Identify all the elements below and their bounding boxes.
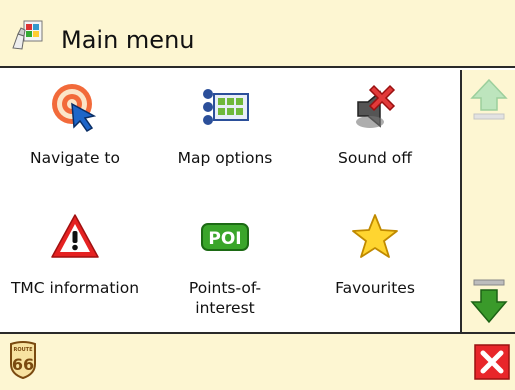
menu-item-label: Sound off bbox=[338, 149, 412, 167]
map-options-icon bbox=[203, 89, 249, 125]
header-bar: Main menu bbox=[0, 0, 515, 68]
svg-text:66: 66 bbox=[12, 355, 34, 374]
menu-item-map-options[interactable]: Map options bbox=[150, 70, 300, 198]
menu-item-label-line2: interest bbox=[195, 299, 255, 317]
menu-item-favourites[interactable]: Favourites bbox=[300, 200, 450, 328]
arrow-down-icon[interactable] bbox=[470, 278, 508, 326]
menu-item-label: Map options bbox=[177, 149, 273, 167]
menu-item-sound-off[interactable]: Sound off bbox=[300, 70, 450, 198]
menu-item-label: Navigate to bbox=[29, 149, 120, 167]
target-cursor-icon bbox=[52, 84, 97, 132]
poi-icon: POI bbox=[201, 223, 249, 251]
menu-item-label-line1: Points-of- bbox=[188, 279, 262, 297]
menu-grid: Navigate to Map options Sound off TMC in… bbox=[0, 70, 460, 332]
page-title: Main menu bbox=[61, 26, 195, 54]
menu-item-points-of-interest[interactable]: POI Points-of- interest bbox=[150, 200, 300, 328]
svg-text:ROUTE: ROUTE bbox=[14, 347, 34, 353]
menu-item-label: Favourites bbox=[335, 279, 415, 297]
menu-item-tmc-information[interactable]: TMC information bbox=[0, 200, 150, 328]
arrow-up-icon[interactable] bbox=[470, 78, 508, 122]
scrollbar[interactable] bbox=[460, 70, 515, 332]
close-icon[interactable] bbox=[474, 344, 510, 380]
star-icon bbox=[352, 214, 398, 258]
speaker-mute-icon bbox=[356, 84, 396, 128]
warning-triangle-icon bbox=[51, 214, 99, 258]
menu-item-label: TMC information bbox=[10, 279, 140, 297]
main-menu-app-icon bbox=[12, 20, 43, 50]
footer-bar: ROUTE 66 bbox=[0, 332, 515, 390]
route-66-logo: ROUTE 66 bbox=[10, 341, 36, 380]
menu-item-navigate-to[interactable]: Navigate to bbox=[0, 70, 150, 198]
svg-text:POI: POI bbox=[208, 229, 241, 249]
menu-item-label: Points-of- interest bbox=[150, 278, 300, 318]
